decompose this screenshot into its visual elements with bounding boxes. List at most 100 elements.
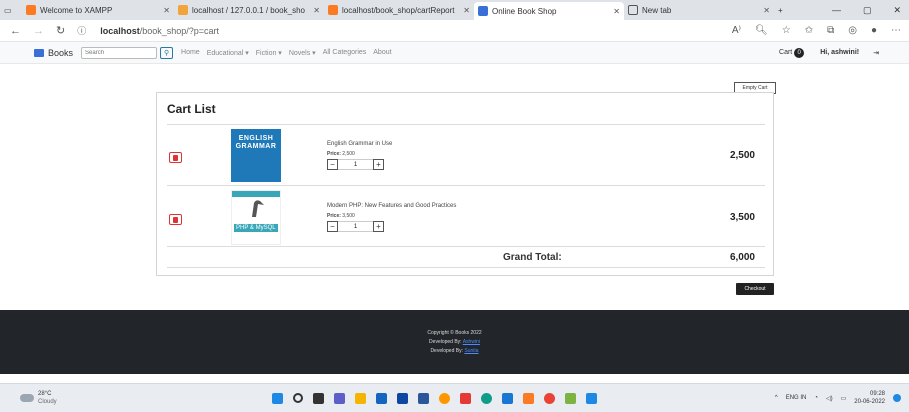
decrease-qty-button[interactable]: −	[327, 221, 338, 232]
product-name: Modern PHP: New Features and Good Practi…	[327, 203, 457, 209]
search-input[interactable]	[81, 46, 158, 59]
decrease-qty-button[interactable]: −	[327, 159, 338, 170]
logout-icon[interactable]: ⇥	[873, 49, 879, 57]
cart-item-row: ENGLISH GRAMMAR English Grammar in Use P…	[167, 124, 765, 185]
developer-link[interactable]: Ashwini	[463, 339, 480, 345]
app-icon[interactable]	[418, 392, 429, 404]
start-icon[interactable]	[272, 392, 283, 404]
site-footer: Copyright © Books 2022 Developed By: Ash…	[0, 310, 909, 374]
tab-xampp[interactable]: Welcome to XAMPP ✕	[22, 0, 174, 20]
more-icon[interactable]: ⋯	[891, 25, 901, 36]
search-icon[interactable]	[293, 393, 303, 403]
menu-home[interactable]: Home	[181, 49, 200, 57]
maximize-icon[interactable]: ▢	[863, 5, 872, 16]
app-icon[interactable]	[460, 392, 471, 404]
chrome-icon[interactable]	[544, 392, 555, 404]
tab-cart-report[interactable]: localhost/book_shop/cartReport ✕	[324, 0, 474, 20]
tab-phpmyadmin[interactable]: localhost / 127.0.0.1 / book_sho ✕	[174, 0, 324, 20]
grand-total-row: Grand Total: 6,000	[167, 246, 765, 268]
collections-icon[interactable]: ⧉	[827, 25, 834, 36]
close-tab-icon[interactable]: ✕	[457, 6, 470, 15]
book-icon	[478, 6, 488, 16]
edge-icon[interactable]	[481, 392, 492, 404]
user-greeting[interactable]: Hi, ashwini!	[820, 49, 859, 56]
weather-widget[interactable]: 28°C Cloudy	[20, 390, 57, 406]
cart-link[interactable]: Cart 0	[779, 47, 805, 58]
item-total: 3,500	[729, 212, 755, 223]
favorite-add-icon[interactable]: ☆	[782, 25, 791, 36]
xampp-icon[interactable]	[523, 392, 534, 404]
menu-all-categories[interactable]: All Categories	[323, 49, 367, 57]
increase-qty-button[interactable]: +	[373, 159, 384, 170]
info-icon[interactable]: ⓘ	[77, 24, 86, 37]
developer-credit: Developed By: Sunita	[430, 348, 479, 354]
profile-icon[interactable]: ●	[871, 25, 877, 36]
store-icon[interactable]	[376, 392, 387, 404]
chat-icon[interactable]	[334, 392, 345, 404]
grand-total-value: 6,000	[729, 252, 755, 263]
close-window-icon[interactable]: ✕	[893, 5, 901, 16]
menu-about[interactable]: About	[373, 49, 391, 57]
close-tab-icon[interactable]: ✕	[607, 7, 620, 16]
delete-item-button[interactable]	[169, 214, 182, 225]
app-icon[interactable]	[439, 392, 450, 404]
close-tab-icon[interactable]: ✕	[757, 6, 770, 15]
product-price: Price: 3,500	[327, 213, 355, 219]
mail-icon[interactable]	[397, 392, 408, 404]
battery-icon[interactable]: ▭	[841, 395, 847, 402]
quantity-field[interactable]: 1	[338, 159, 373, 170]
back-icon[interactable]: ←	[10, 25, 21, 37]
read-aloud-icon[interactable]: A⁾	[732, 25, 741, 36]
windows-taskbar: 28°C Cloudy ^ ENG IN ◔ ◁) ▭ 09:28 20-06-…	[0, 383, 909, 412]
taskbar-apps	[272, 392, 597, 404]
menu-novels[interactable]: Novels ▾	[289, 49, 316, 57]
menu-fiction[interactable]: Fiction ▾	[256, 49, 282, 57]
notification-icon[interactable]	[893, 394, 901, 402]
security-icon[interactable]: ◎	[848, 25, 857, 36]
url-field[interactable]: localhost/book_shop/?p=cart	[100, 26, 219, 36]
file-explorer-icon[interactable]	[355, 392, 366, 404]
menu-educational[interactable]: Educational ▾	[207, 49, 249, 57]
cart-item-row: PHP & MySQL Modern PHP: New Features and…	[167, 185, 765, 246]
forward-icon[interactable]: →	[33, 25, 44, 37]
new-tab-button[interactable]: +	[774, 0, 794, 20]
app-icon[interactable]	[586, 392, 597, 404]
wifi-icon[interactable]: ◔	[814, 395, 818, 401]
tab-new-tab[interactable]: New tab ✕	[624, 0, 774, 20]
system-tray: ^ ENG IN ◔ ◁) ▭ 09:28 20-06-2022	[775, 390, 909, 406]
address-bar: ← → ↻ ⓘ localhost/book_shop/?p=cart A⁾ 🔍…	[0, 20, 909, 42]
delete-item-button[interactable]	[169, 152, 182, 163]
volume-icon[interactable]: ◁)	[826, 395, 833, 402]
brand-link[interactable]: Books	[34, 48, 73, 58]
developer-link[interactable]: Sunita	[464, 348, 478, 354]
favorites-icon[interactable]: ✩	[805, 25, 813, 36]
main-menu: Home Educational ▾ Fiction ▾ Novels ▾ Al…	[181, 49, 392, 57]
chevron-up-icon[interactable]: ^	[775, 395, 778, 401]
language-indicator[interactable]: ENG IN	[786, 395, 807, 401]
quantity-stepper: − 1 +	[327, 221, 384, 232]
product-name: English Grammar in Use	[327, 141, 393, 147]
product-price: Price: 2,500	[327, 151, 355, 157]
quantity-field[interactable]: 1	[338, 221, 373, 232]
close-tab-icon[interactable]: ✕	[157, 6, 170, 15]
checkout-button[interactable]: Checkout	[736, 283, 774, 295]
heron-icon	[252, 200, 264, 217]
clock[interactable]: 09:28 20-06-2022	[854, 390, 885, 406]
grand-total-label: Grand Total:	[503, 252, 562, 263]
quantity-stepper: − 1 +	[327, 159, 384, 170]
cart-list-card: Cart List ENGLISH GRAMMAR English Gramma…	[156, 92, 774, 276]
search-button[interactable]: ⚲	[160, 46, 174, 59]
notepad-icon[interactable]	[565, 392, 576, 404]
search-icon: ⚲	[163, 49, 170, 57]
minimize-icon[interactable]: —	[832, 5, 841, 16]
close-tab-icon[interactable]: ✕	[307, 6, 320, 15]
vscode-icon[interactable]	[502, 392, 513, 404]
tab-actions-icon[interactable]: ▭	[0, 0, 22, 20]
task-view-icon[interactable]	[313, 392, 324, 404]
tab-online-book-shop[interactable]: Online Book Shop ✕	[474, 2, 624, 20]
zoom-icon[interactable]: 🔍︎	[755, 25, 768, 36]
book-cover-image: ENGLISH GRAMMAR	[231, 129, 281, 182]
refresh-icon[interactable]: ↻	[56, 24, 65, 37]
increase-qty-button[interactable]: +	[373, 221, 384, 232]
book-icon	[34, 48, 44, 57]
